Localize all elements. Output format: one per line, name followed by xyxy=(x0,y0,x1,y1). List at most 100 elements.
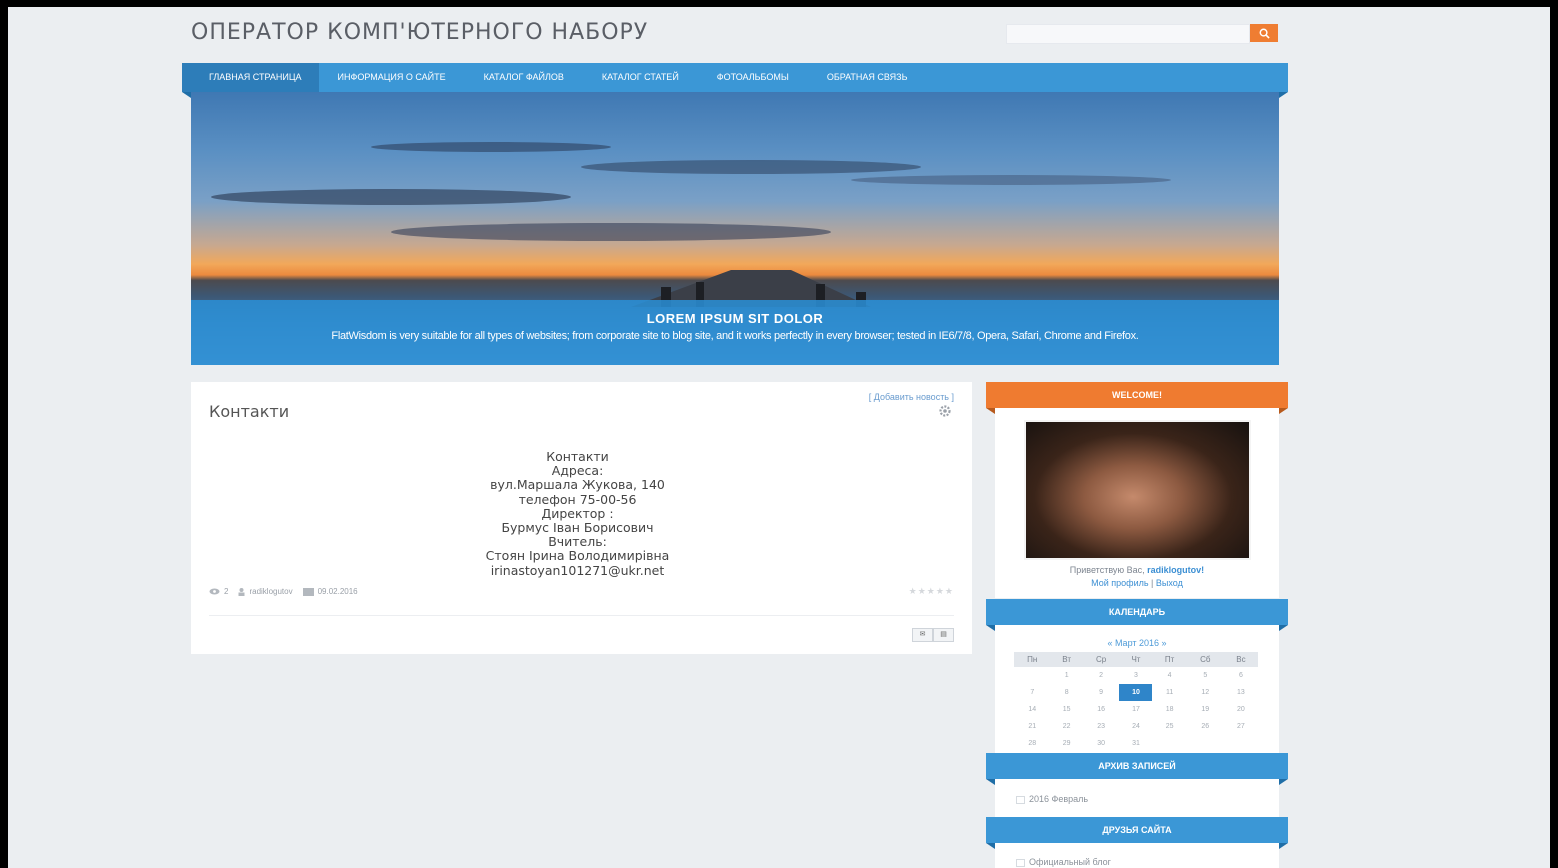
main-nav: ГЛАВНАЯ СТРАНИЦА ИНФОРМАЦИЯ О САЙТЕ КАТА… xyxy=(182,63,1288,92)
calendar-week: 28 29 30 31 xyxy=(1014,735,1258,752)
greeting: Приветствую Вас, radiklogutov! Мой профи… xyxy=(986,564,1288,590)
calendar-week: 123456 xyxy=(1014,667,1258,684)
banner-caption: LOREM IPSUM SIT DOLOR FlatWisdom is very… xyxy=(191,300,1279,365)
calendar-day[interactable]: 17 xyxy=(1119,701,1152,718)
contact-email[interactable]: irinastoyan101271@ukr.net xyxy=(191,563,964,578)
calendar-day[interactable]: 3 xyxy=(1119,667,1152,684)
calendar-day[interactable]: 26 xyxy=(1187,718,1224,735)
ribbon-ear xyxy=(1279,843,1288,849)
nav-item-feedback[interactable]: ОБРАТНАЯ СВЯЗЬ xyxy=(808,63,927,92)
add-news-link[interactable]: [ Добавить новость ] xyxy=(869,392,954,402)
nav-item-about[interactable]: ИНФОРМАЦИЯ О САЙТЕ xyxy=(319,63,465,92)
banner-title: LOREM IPSUM SIT DOLOR xyxy=(646,311,824,326)
ribbon-ear xyxy=(986,843,995,849)
search-icon xyxy=(1259,28,1270,39)
friends-item[interactable]: Официальный блог xyxy=(1016,857,1111,867)
calendar-day[interactable]: 5 xyxy=(1187,667,1224,684)
calendar-day[interactable]: 22 xyxy=(1051,718,1083,735)
calendar-day[interactable]: 20 xyxy=(1224,701,1258,718)
view-toggle: ✉ ▤ xyxy=(912,628,954,642)
calendar-day[interactable]: 18 xyxy=(1152,701,1186,718)
print-button[interactable]: ▤ xyxy=(933,628,954,642)
calendar-day[interactable]: 4 xyxy=(1152,667,1186,684)
ribbon-ear xyxy=(986,779,995,785)
calendar-weekday: Пт xyxy=(1152,652,1187,667)
calendar-day[interactable]: 8 xyxy=(1051,684,1083,701)
author-link[interactable]: radiklogutov xyxy=(249,587,292,596)
calendar-day[interactable]: 15 xyxy=(1051,701,1083,718)
nav-item-home[interactable]: ГЛАВНАЯ СТРАНИЦА xyxy=(182,63,319,92)
ribbon-ear xyxy=(1279,625,1288,631)
nav-item-photos[interactable]: ФОТОАЛЬБОМЫ xyxy=(698,63,808,92)
calendar-day[interactable]: 31 xyxy=(1119,735,1152,752)
content-card: [ Добавить новость ] Контакти Контакти А… xyxy=(191,382,972,654)
nav-ribbon-left xyxy=(182,92,191,98)
calendar-day[interactable]: 24 xyxy=(1119,718,1152,735)
calendar-day[interactable]: 11 xyxy=(1152,684,1186,701)
contact-text: Контакти Адреса: вул.Маршала Жукова, 140… xyxy=(191,449,964,578)
welcome-header: WELCOME! xyxy=(986,382,1288,408)
calendar-day[interactable]: 16 xyxy=(1083,701,1120,718)
greeting-text: Приветствую Вас, xyxy=(1069,565,1148,575)
calendar-day xyxy=(1152,735,1186,752)
nav-ribbon-right xyxy=(1279,92,1288,98)
calendar-day[interactable]: 30 xyxy=(1083,735,1120,752)
calendar-day[interactable]: 21 xyxy=(1014,718,1051,735)
calendar-day[interactable]: 14 xyxy=(1014,701,1051,718)
calendar-day[interactable]: 29 xyxy=(1051,735,1083,752)
ribbon-ear xyxy=(986,408,995,414)
contact-line: Стоян Ірина Володимирівна xyxy=(485,548,670,564)
post-meta: 2 radiklogutov 09.02.2016 xyxy=(209,587,364,596)
avatar[interactable] xyxy=(1024,420,1251,560)
archive-header: АРХИВ ЗАПИСЕЙ xyxy=(986,753,1288,779)
contact-line: Директор : xyxy=(541,505,614,521)
calendar-week: 7 8 9 10 11 12 13 xyxy=(1014,684,1258,701)
calendar-day[interactable]: 12 xyxy=(1187,684,1224,701)
calendar-header: КАЛЕНДАРЬ xyxy=(986,599,1288,625)
calendar-day[interactable]: 28 xyxy=(1014,735,1051,752)
user-icon xyxy=(238,587,245,596)
calendar-day[interactable]: 2 xyxy=(1083,667,1120,684)
ribbon-ear xyxy=(986,625,995,631)
page: ОПЕРАТОР КОМП'ЮТЕРНОГО НАБОРУ ГЛАВНАЯ СТ… xyxy=(8,7,1550,868)
logout-link[interactable]: Выход xyxy=(1156,578,1183,588)
calendar-day xyxy=(1224,735,1258,752)
calendar-week: 21 22 23 24 25 26 27 xyxy=(1014,718,1258,735)
friends-header: ДРУЗЬЯ САЙТА xyxy=(986,817,1288,843)
calendar-month-nav[interactable]: « Март 2016 » xyxy=(986,638,1288,648)
search-button[interactable] xyxy=(1250,24,1278,42)
calendar-day[interactable]: 1 xyxy=(1051,667,1083,684)
nav-item-articles[interactable]: КАТАЛОГ СТАТЕЙ xyxy=(583,63,698,92)
username-link[interactable]: radiklogutov! xyxy=(1147,565,1204,575)
page-title: Контакти xyxy=(209,402,290,421)
nav-item-files[interactable]: КАТАЛОГ ФАЙЛОВ xyxy=(465,63,583,92)
mail-button[interactable]: ✉ xyxy=(912,628,933,642)
calendar-day[interactable]: 13 xyxy=(1224,684,1258,701)
calendar-day[interactable]: 25 xyxy=(1152,718,1186,735)
calendar-day[interactable]: 27 xyxy=(1224,718,1258,735)
calendar-day[interactable]: 6 xyxy=(1224,667,1258,684)
calendar-weekday: Вс xyxy=(1223,652,1258,667)
contact-line: Адреса: xyxy=(551,463,604,479)
contact-line: Контакти xyxy=(546,449,609,464)
ribbon-ear xyxy=(1279,779,1288,785)
calendar-day xyxy=(1014,667,1051,684)
site-title[interactable]: ОПЕРАТОР КОМП'ЮТЕРНОГО НАБОРУ xyxy=(191,20,648,45)
rating-stars[interactable]: ★★★★★ xyxy=(909,586,954,597)
contact-line: Вчитель: xyxy=(548,534,607,550)
calendar-day[interactable]: 7 xyxy=(1014,684,1051,701)
search-input[interactable] xyxy=(1006,24,1250,44)
divider xyxy=(209,615,954,616)
calendar-table: Пн Вт Ср Чт Пт Сб Вс 1 2 3 4 5 6 7 8 9 10 11 12 13 14 15 16 17… xyxy=(1014,652,1258,752)
calendar-day[interactable]: 9 xyxy=(1083,684,1120,701)
archive-item[interactable]: 2016 Февраль xyxy=(1016,794,1088,804)
calendar-day[interactable]: 23 xyxy=(1083,718,1120,735)
views-count: 2 xyxy=(224,587,229,596)
calendar-day[interactable]: 19 xyxy=(1187,701,1224,718)
calendar-icon xyxy=(302,587,314,596)
gear-icon[interactable] xyxy=(938,404,952,418)
calendar-week: 14 15 16 17 18 19 20 xyxy=(1014,701,1258,718)
profile-link[interactable]: Мой профиль xyxy=(1091,578,1148,588)
calendar-day-today[interactable]: 10 xyxy=(1119,684,1153,701)
eye-icon xyxy=(209,588,220,595)
